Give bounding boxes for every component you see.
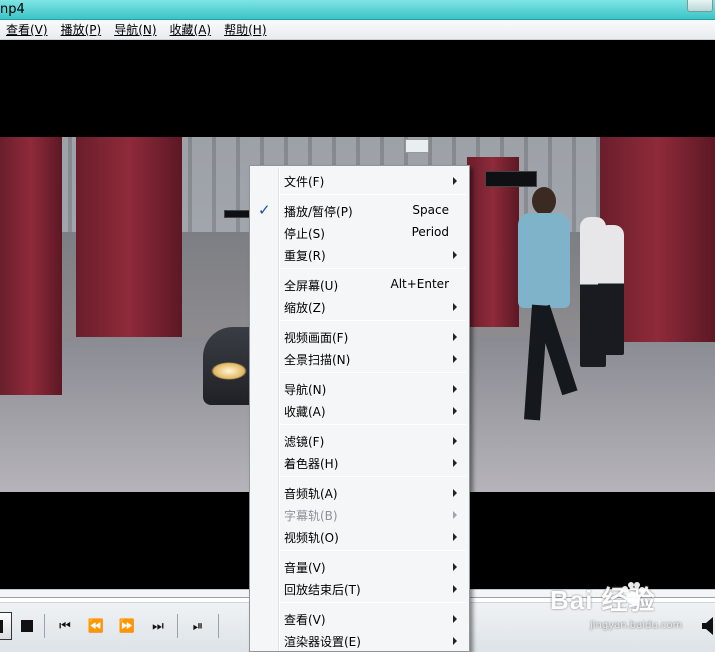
menu-bar: 查看(V) 播放(P) 导航(N) 收藏(A) 帮助(H) bbox=[0, 20, 715, 40]
close-window-button[interactable] bbox=[687, 0, 713, 12]
menu-item-label: 全屏幕(U) bbox=[284, 279, 339, 293]
menu-item-label: 音量(V) bbox=[284, 561, 326, 575]
separator bbox=[218, 614, 219, 638]
running-man bbox=[510, 187, 580, 427]
play-pause-button[interactable] bbox=[0, 612, 12, 640]
menu-item-label: 渲染器设置(E) bbox=[284, 635, 361, 649]
check-icon: ✓ bbox=[258, 201, 271, 219]
menu-item-navigate[interactable]: 导航(N) bbox=[250, 377, 469, 399]
submenu-arrow-icon bbox=[453, 459, 457, 467]
menu-item-label: 文件(F) bbox=[284, 175, 325, 189]
title-bar: np4 bbox=[0, 0, 715, 20]
menu-item-label: 重复(R) bbox=[284, 249, 326, 263]
menu-separator bbox=[280, 320, 466, 321]
rewind-icon: ⏪ bbox=[87, 618, 105, 634]
exit-sign bbox=[405, 139, 429, 153]
menu-separator bbox=[280, 476, 466, 477]
fast-forward-icon: ⏩ bbox=[118, 618, 136, 634]
submenu-arrow-icon bbox=[453, 333, 457, 341]
menu-item-file[interactable]: 文件(F) bbox=[250, 169, 469, 191]
menu-item-after-playback[interactable]: 回放结束后(T) bbox=[250, 577, 469, 599]
previous-button[interactable]: ⏮ bbox=[52, 614, 78, 638]
window-title: np4 bbox=[0, 2, 25, 17]
menu-separator bbox=[280, 550, 466, 551]
menu-item-label: 着色器(H) bbox=[284, 457, 339, 471]
separator bbox=[177, 614, 178, 638]
submenu-arrow-icon bbox=[453, 251, 457, 259]
direction-sign bbox=[485, 171, 537, 187]
submenu-arrow-icon bbox=[453, 533, 457, 541]
menu-item-filters[interactable]: 滤镜(F) bbox=[250, 429, 469, 451]
menu-item-shortcut: Space bbox=[412, 203, 449, 217]
menu-item-label: 视频轨(O) bbox=[284, 531, 339, 545]
baidu-watermark: Bai 经验 jingyan.baidu.com bbox=[550, 580, 700, 642]
menu-item-label: 字幕轨(B) bbox=[284, 509, 338, 523]
menu-item-label: 滤镜(F) bbox=[284, 435, 325, 449]
submenu-arrow-icon bbox=[453, 489, 457, 497]
watermark-url: jingyan.baidu.com bbox=[590, 620, 683, 631]
submenu-arrow-icon bbox=[453, 303, 457, 311]
submenu-arrow-icon bbox=[453, 437, 457, 445]
menu-item-repeat[interactable]: 重复(R) bbox=[250, 243, 469, 265]
menu-item-label: 回放结束后(T) bbox=[284, 583, 361, 597]
menu-separator bbox=[280, 602, 466, 603]
menu-item-label: 收藏(A) bbox=[284, 405, 326, 419]
stop-button[interactable] bbox=[16, 614, 38, 638]
menu-item-label: 音频轨(A) bbox=[284, 487, 338, 501]
skip-back-icon: ⏮ bbox=[59, 618, 71, 634]
submenu-arrow-icon bbox=[453, 177, 457, 185]
volume-icon[interactable] bbox=[702, 616, 715, 636]
menu-item-video-frame[interactable]: 视频画面(F) bbox=[250, 325, 469, 347]
submenu-arrow-icon bbox=[453, 637, 457, 645]
menu-separator bbox=[280, 424, 466, 425]
separator bbox=[44, 614, 45, 638]
submenu-arrow-icon bbox=[453, 615, 457, 623]
menu-help[interactable]: 帮助(H) bbox=[218, 21, 273, 38]
frame-step-icon: ⏯ bbox=[192, 618, 204, 634]
menu-item-stop[interactable]: 停止(S) Period bbox=[250, 221, 469, 243]
rewind-button[interactable]: ⏪ bbox=[83, 614, 109, 638]
menu-item-volume[interactable]: 音量(V) bbox=[250, 555, 469, 577]
skip-forward-icon: ⏭ bbox=[152, 618, 164, 634]
menu-item-shaders[interactable]: 着色器(H) bbox=[250, 451, 469, 473]
submenu-arrow-icon bbox=[453, 563, 457, 571]
submenu-arrow-icon bbox=[453, 385, 457, 393]
menu-item-label: 停止(S) bbox=[284, 227, 325, 241]
menu-item-favorites[interactable]: 收藏(A) bbox=[250, 399, 469, 421]
submenu-arrow-icon bbox=[453, 511, 457, 519]
menu-favorites[interactable]: 收藏(A) bbox=[164, 21, 219, 38]
menu-item-label: 视频画面(F) bbox=[284, 331, 349, 345]
menu-item-zoom[interactable]: 缩放(Z) bbox=[250, 295, 469, 317]
menu-item-audio-track[interactable]: 音频轨(A) bbox=[250, 481, 469, 503]
menu-item-label: 查看(V) bbox=[284, 613, 326, 627]
menu-item-pan-scan[interactable]: 全景扫描(N) bbox=[250, 347, 469, 369]
menu-item-shortcut: Alt+Enter bbox=[390, 277, 449, 291]
menu-item-label: 导航(N) bbox=[284, 383, 327, 397]
menu-separator bbox=[280, 372, 466, 373]
menu-item-subtitle-track: 字幕轨(B) bbox=[250, 503, 469, 525]
menu-view[interactable]: 查看(V) bbox=[0, 21, 55, 38]
menu-item-label: 全景扫描(N) bbox=[284, 353, 351, 367]
menu-item-play-pause[interactable]: ✓ 播放/暂停(P) Space bbox=[250, 199, 469, 221]
context-menu: 文件(F) ✓ 播放/暂停(P) Space 停止(S) Period 重复(R) 全屏幕(U… bbox=[249, 165, 470, 652]
submenu-arrow-icon bbox=[453, 585, 457, 593]
menu-navigate[interactable]: 导航(N) bbox=[108, 21, 163, 38]
menu-separator bbox=[280, 268, 466, 269]
menu-item-shortcut: Period bbox=[411, 225, 449, 239]
stop-icon bbox=[21, 620, 33, 632]
paw-icon bbox=[622, 582, 645, 604]
menu-item-renderer-settings[interactable]: 渲染器设置(E) bbox=[250, 629, 469, 651]
next-button[interactable]: ⏭ bbox=[145, 614, 171, 638]
menu-item-label: 缩放(Z) bbox=[284, 301, 326, 315]
menu-item-fullscreen[interactable]: 全屏幕(U) Alt+Enter bbox=[250, 273, 469, 295]
menu-item-video-track[interactable]: 视频轨(O) bbox=[250, 525, 469, 547]
submenu-arrow-icon bbox=[453, 407, 457, 415]
menu-play[interactable]: 播放(P) bbox=[55, 21, 109, 38]
menu-item-label: 播放/暂停(P) bbox=[284, 205, 353, 219]
frame-step-button[interactable]: ⏯ bbox=[185, 614, 211, 638]
menu-item-view[interactable]: 查看(V) bbox=[250, 607, 469, 629]
submenu-arrow-icon bbox=[453, 355, 457, 363]
forward-button[interactable]: ⏩ bbox=[114, 614, 140, 638]
menu-separator bbox=[280, 194, 466, 195]
